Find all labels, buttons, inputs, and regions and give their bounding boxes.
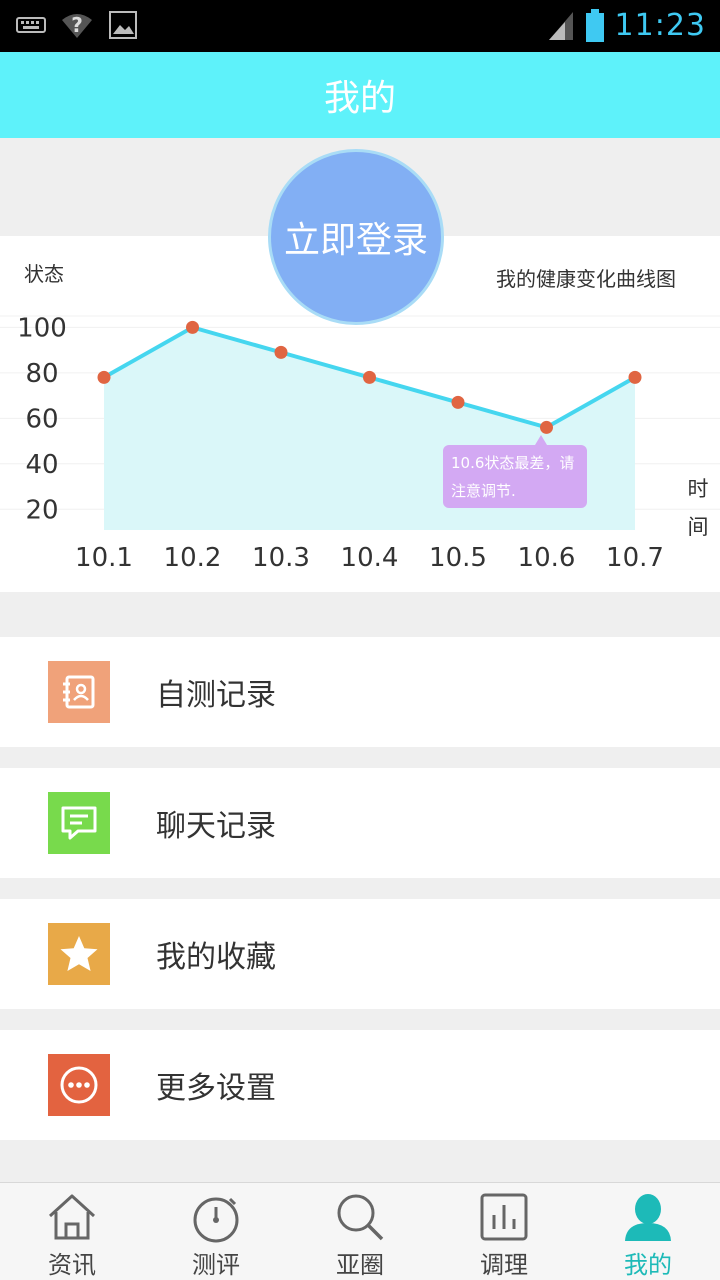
tab-label: 资讯	[48, 1251, 96, 1279]
wifi-unknown-icon: ?	[62, 13, 92, 38]
chart-point	[97, 370, 111, 384]
y-tick-label: 20	[25, 495, 58, 525]
chart-point	[540, 420, 553, 434]
chart-title: 我的健康变化曲线图	[496, 267, 676, 291]
x-tick-label: 10.3	[252, 543, 310, 573]
login-button[interactable]: 立即登录	[268, 149, 444, 325]
y-axis-label: 状态	[24, 262, 64, 286]
y-tick-label: 80	[25, 359, 58, 389]
chat-bubble-icon	[48, 792, 110, 854]
tab-regimen[interactable]: 调理	[432, 1183, 576, 1280]
x-tick-label: 10.5	[429, 543, 487, 573]
menu-label: 自测记录	[156, 678, 276, 713]
menu-item-chat-records[interactable]: 聊天记录	[0, 768, 720, 878]
title-bar: 我的	[0, 52, 720, 138]
chart-point	[186, 320, 199, 334]
bottom-tab-bar: 资讯 测评 亚圈 调理 我的	[0, 1182, 720, 1280]
menu-label: 我的收藏	[156, 940, 276, 975]
x-tick-label: 10.1	[75, 543, 133, 573]
svg-text:?: ?	[71, 13, 83, 37]
image-icon	[109, 11, 137, 39]
clock: 11:23	[614, 8, 706, 43]
stopwatch-icon	[188, 1191, 244, 1243]
signal-icon	[548, 11, 573, 40]
tab-label: 测评	[192, 1251, 240, 1279]
magnifier-icon	[332, 1191, 388, 1243]
status-bar: ? 11:23	[0, 0, 720, 52]
contact-book-icon	[48, 661, 110, 723]
star-icon	[48, 923, 110, 985]
x-tick-label: 10.7	[606, 543, 664, 573]
y-tick-label: 60	[25, 404, 58, 434]
chart-annotation: 10.6状态最差，请注意调节.	[443, 435, 587, 508]
x-tick-label: 10.4	[341, 543, 399, 573]
tab-label: 亚圈	[336, 1251, 384, 1279]
tab-news[interactable]: 资讯	[0, 1183, 144, 1280]
chart-point	[363, 370, 376, 384]
menu-item-more-settings[interactable]: 更多设置	[0, 1030, 720, 1140]
more-dots-icon	[48, 1054, 110, 1116]
keyboard-icon	[16, 17, 46, 33]
y-tick-label: 100	[17, 313, 67, 343]
person-icon	[620, 1191, 676, 1243]
x-tick-label: 10.6	[518, 543, 576, 573]
x-axis-label: 时间	[688, 477, 709, 539]
home-icon	[44, 1191, 100, 1243]
menu-item-favorites[interactable]: 我的收藏	[0, 899, 720, 1009]
battery-icon	[585, 8, 604, 42]
tab-label: 调理	[480, 1251, 528, 1279]
chart-point	[628, 370, 642, 384]
page-title: 我的	[323, 78, 396, 119]
chart-point	[451, 395, 465, 409]
tab-circle[interactable]: 亚圈	[288, 1183, 432, 1280]
x-tick-label: 10.2	[164, 543, 222, 573]
tab-assessment[interactable]: 测评	[144, 1183, 288, 1280]
menu-label: 聊天记录	[156, 809, 276, 844]
chart-point	[274, 345, 288, 359]
tab-mine[interactable]: 我的	[576, 1183, 720, 1280]
menu-label: 更多设置	[156, 1071, 276, 1106]
tab-label: 我的	[624, 1251, 672, 1279]
menu-item-self-test-records[interactable]: 自测记录	[0, 637, 720, 747]
bar-chart-icon	[476, 1191, 532, 1243]
y-tick-label: 40	[25, 450, 58, 480]
